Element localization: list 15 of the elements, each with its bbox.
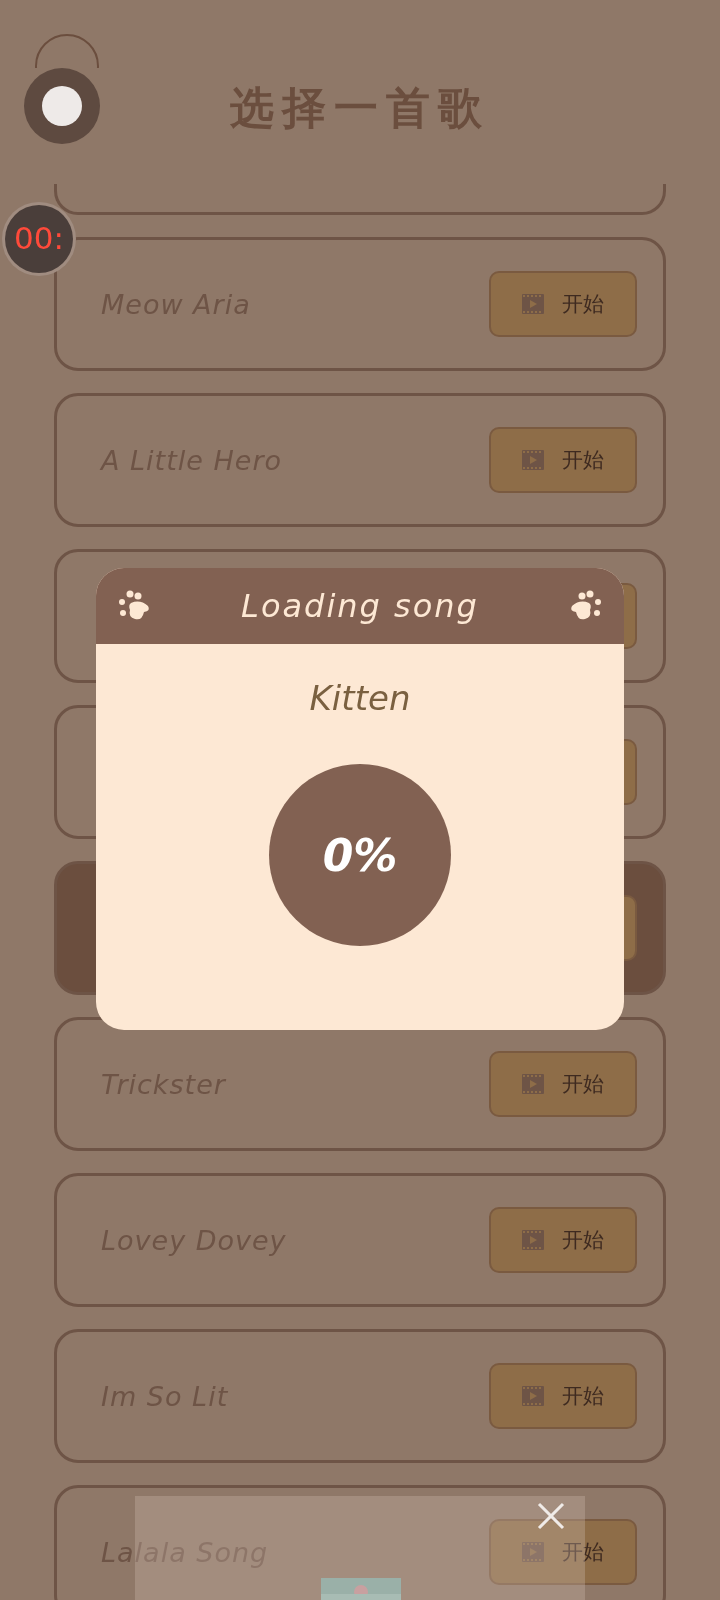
film-icon (522, 450, 544, 470)
film-icon (522, 1386, 544, 1406)
close-icon[interactable] (535, 1500, 567, 1532)
film-icon (522, 1074, 544, 1094)
start-button[interactable]: 开始 (489, 1051, 637, 1117)
song-title: Kitten (309, 678, 411, 718)
start-button[interactable]: 开始 (489, 427, 637, 493)
film-icon (522, 294, 544, 314)
start-button[interactable]: 开始 (489, 1207, 637, 1273)
film-icon (522, 1230, 544, 1250)
dialog-title: Loading song (241, 587, 479, 625)
start-button[interactable]: 开始 (489, 271, 637, 337)
timer-toast: 00: (5, 205, 73, 273)
start-button[interactable]: 开始 (489, 1363, 637, 1429)
progress-circle: 0% (269, 764, 451, 946)
